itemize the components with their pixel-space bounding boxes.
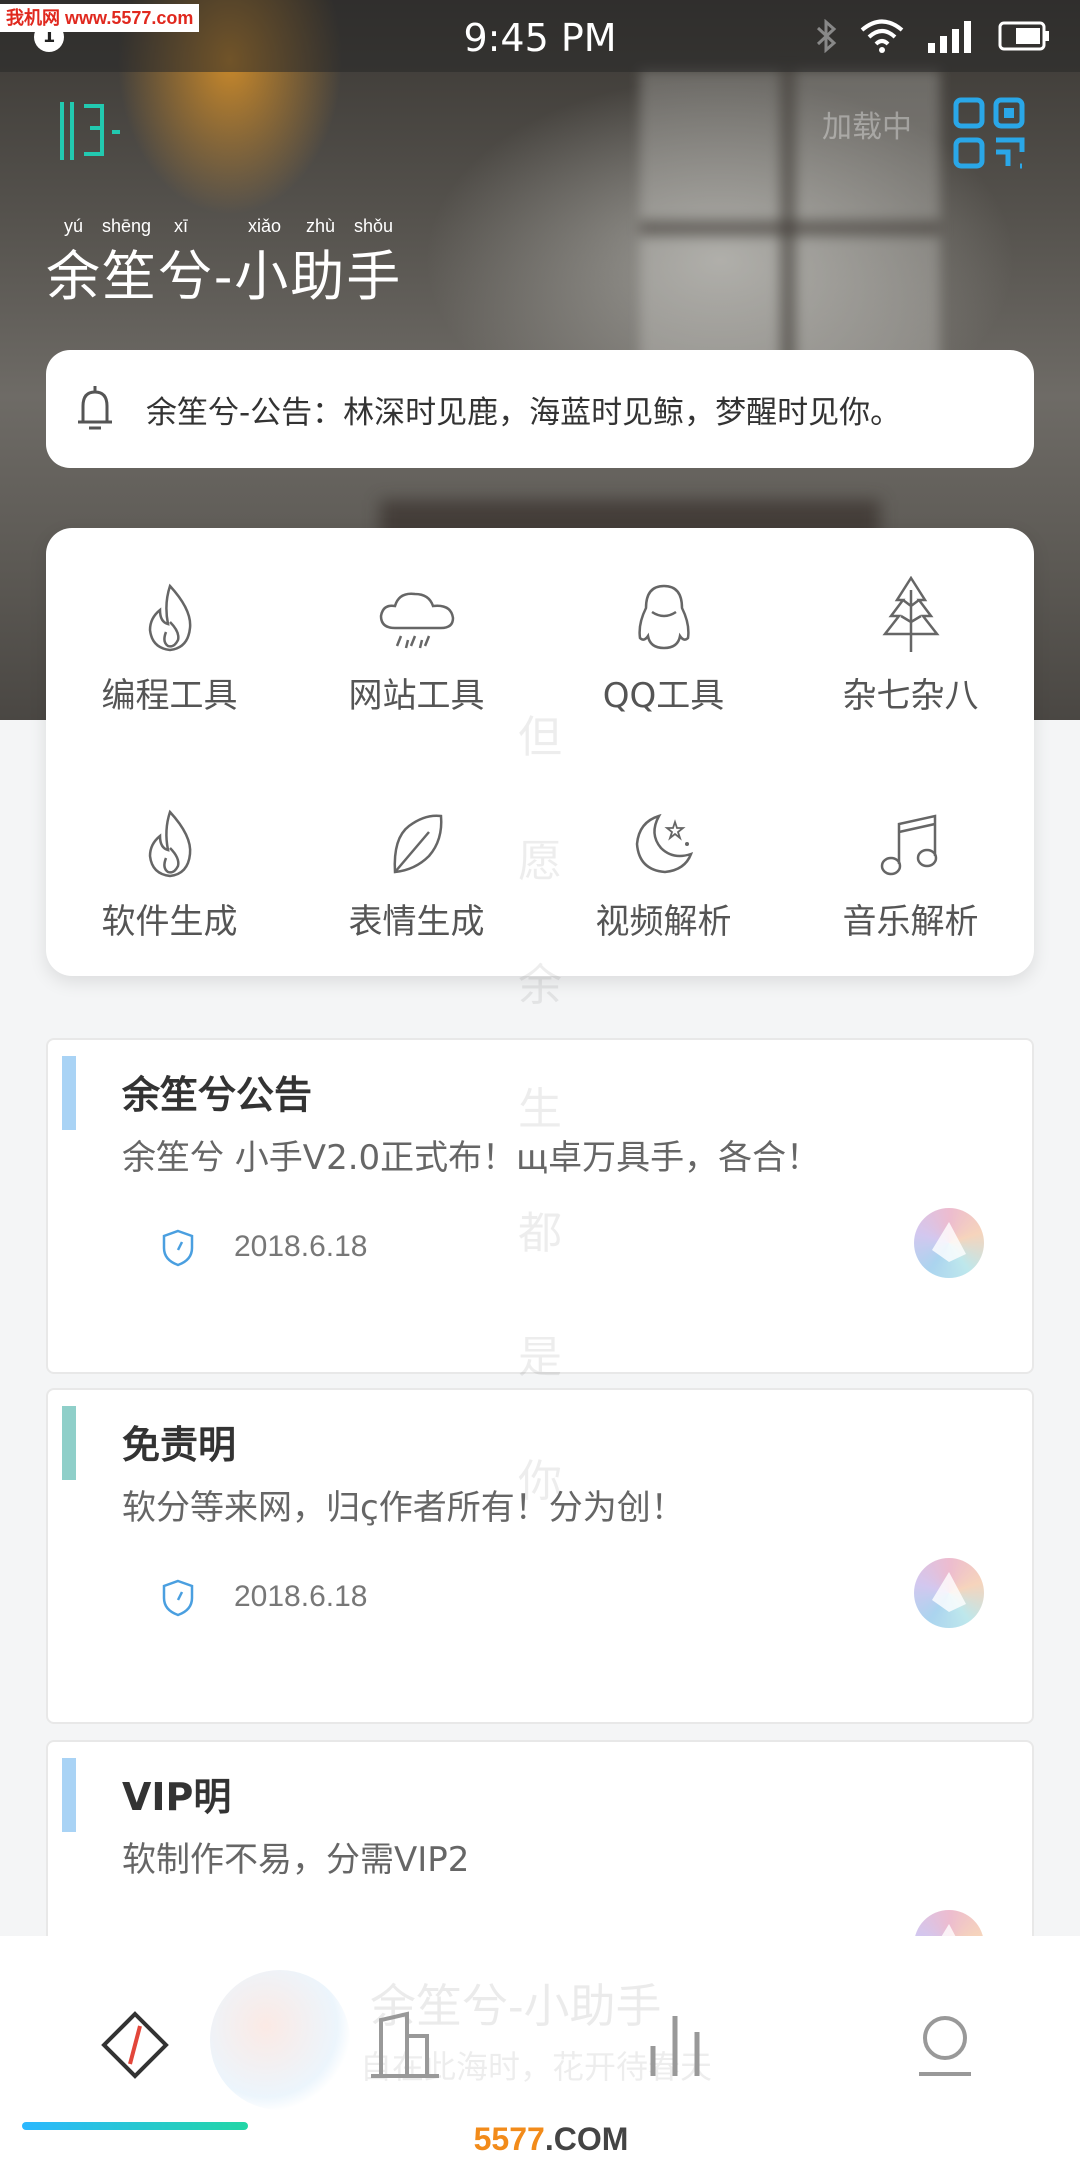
tool-label: 视频解析 bbox=[595, 902, 732, 942]
tool-music-parse[interactable]: 音乐解析 bbox=[787, 800, 1034, 960]
nav-home[interactable] bbox=[90, 2000, 180, 2090]
post-accent-bar bbox=[62, 1406, 76, 1480]
tool-label: 表情生成 bbox=[348, 902, 485, 942]
post-body: 软分等来网，归ҫ作者所有！分为创！ bbox=[122, 1488, 685, 1528]
leaf-icon bbox=[393, 814, 442, 874]
nav-discover[interactable] bbox=[360, 2000, 450, 2090]
post-date: 2018.6.18 bbox=[234, 1580, 368, 1613]
pinyin-3: xī bbox=[174, 216, 189, 236]
tool-video-parse[interactable]: 视频解析 bbox=[540, 800, 787, 960]
active-tab-indicator bbox=[22, 2122, 248, 2130]
tool-label: 网站工具 bbox=[348, 676, 485, 716]
tool-emoji-gen[interactable]: 表情生成 bbox=[293, 800, 540, 960]
nav-stats[interactable] bbox=[630, 2000, 720, 2090]
site-watermark: 我机网 www.5577.com bbox=[0, 4, 200, 32]
author-avatar[interactable] bbox=[914, 1558, 984, 1628]
qr-scan-icon[interactable] bbox=[948, 92, 1032, 176]
signal-icon bbox=[928, 21, 971, 53]
post-card-announcement[interactable]: 余笙兮公告 余笙兮 小手V2.0正式布！щ卓万具手，各合！ 2018.6.18 bbox=[46, 1038, 1034, 1374]
tool-label: 软件生成 bbox=[101, 902, 238, 942]
tools-grid: 编程工具 网站工具 QQ工具 杂七杂八 软件生成 表情生成 视频解析 音乐解析 bbox=[46, 528, 1034, 976]
tool-label: 音乐解析 bbox=[842, 902, 979, 942]
battery-icon bbox=[998, 21, 1049, 51]
pinyin-4: xiǎo bbox=[248, 216, 282, 236]
nav-profile[interactable] bbox=[900, 2000, 990, 2090]
author-avatar[interactable] bbox=[914, 1208, 984, 1278]
pinyin-2: shēng bbox=[102, 216, 152, 236]
flame-icon bbox=[148, 583, 191, 652]
post-body: 软制作不易，分需VIP2 bbox=[122, 1840, 470, 1880]
tree-icon bbox=[881, 576, 940, 652]
post-body: 余笙兮 小手V2.0正式布！щ卓万具手，各合！ bbox=[122, 1138, 821, 1178]
post-date: 2018.6.18 bbox=[234, 1230, 368, 1263]
wifi-icon bbox=[860, 19, 904, 53]
post-accent-bar bbox=[62, 1056, 76, 1130]
tool-programming[interactable]: 编程工具 bbox=[46, 574, 293, 734]
tool-misc[interactable]: 杂七杂八 bbox=[787, 574, 1034, 734]
bluetooth-icon bbox=[816, 19, 837, 53]
tool-label: 编程工具 bbox=[101, 676, 238, 716]
post-title: 余笙兮公告 bbox=[122, 1073, 313, 1117]
loading-text: 加载中 bbox=[822, 110, 912, 145]
penguin-icon bbox=[637, 584, 690, 650]
music-note-icon bbox=[880, 814, 937, 876]
tool-website[interactable]: 网站工具 bbox=[293, 574, 540, 734]
pinyin-6: shǒu bbox=[354, 216, 394, 236]
tool-software-gen[interactable]: 软件生成 bbox=[46, 800, 293, 960]
flame-icon bbox=[148, 809, 191, 878]
cloud-rain-icon bbox=[379, 592, 454, 649]
shield-icon bbox=[162, 1229, 194, 1267]
tool-qq[interactable]: QQ工具 bbox=[540, 574, 787, 734]
announcement-bar[interactable]: 余笙兮-公告：林深时见鹿，海蓝时见鲸，梦醒时见你。 bbox=[46, 350, 1034, 468]
app-title-block: yú shēng xī xiǎo zhù shǒu 余笙兮-小助手 bbox=[46, 216, 403, 311]
post-title: 免责明 bbox=[122, 1423, 237, 1467]
shield-icon bbox=[162, 1579, 194, 1617]
app-title: 余笙兮-小助手 bbox=[46, 245, 403, 308]
post-accent-bar bbox=[62, 1758, 76, 1832]
nav-background-logo bbox=[210, 1970, 350, 2110]
tool-label: 杂七杂八 bbox=[842, 676, 979, 716]
home-diamond-icon bbox=[101, 2011, 169, 2079]
moon-stars-icon bbox=[635, 813, 693, 874]
announcement-text: 余笙兮-公告：林深时见鹿，海蓝时见鲸，梦醒时见你。 bbox=[146, 394, 902, 431]
bar-chart-icon bbox=[650, 2016, 700, 2076]
pinyin-1: yú bbox=[64, 216, 84, 236]
pinyin-5: zhù bbox=[306, 216, 336, 236]
post-card-disclaimer[interactable]: 免责明 软分等来网，归ҫ作者所有！分为创！ 2018.6.18 bbox=[46, 1388, 1034, 1724]
building-icon bbox=[371, 2011, 439, 2078]
bell-icon bbox=[78, 386, 112, 430]
site-watermark-bottom: 5577.COM bbox=[462, 2120, 640, 2158]
user-profile-icon bbox=[919, 2016, 971, 2076]
watermark-brand: 5577 bbox=[473, 2121, 545, 2157]
app-logo-icon bbox=[60, 102, 120, 160]
post-title: VIP明 bbox=[122, 1775, 232, 1819]
tool-label: QQ工具 bbox=[602, 676, 725, 716]
watermark-suffix: .COM bbox=[544, 2121, 629, 2157]
